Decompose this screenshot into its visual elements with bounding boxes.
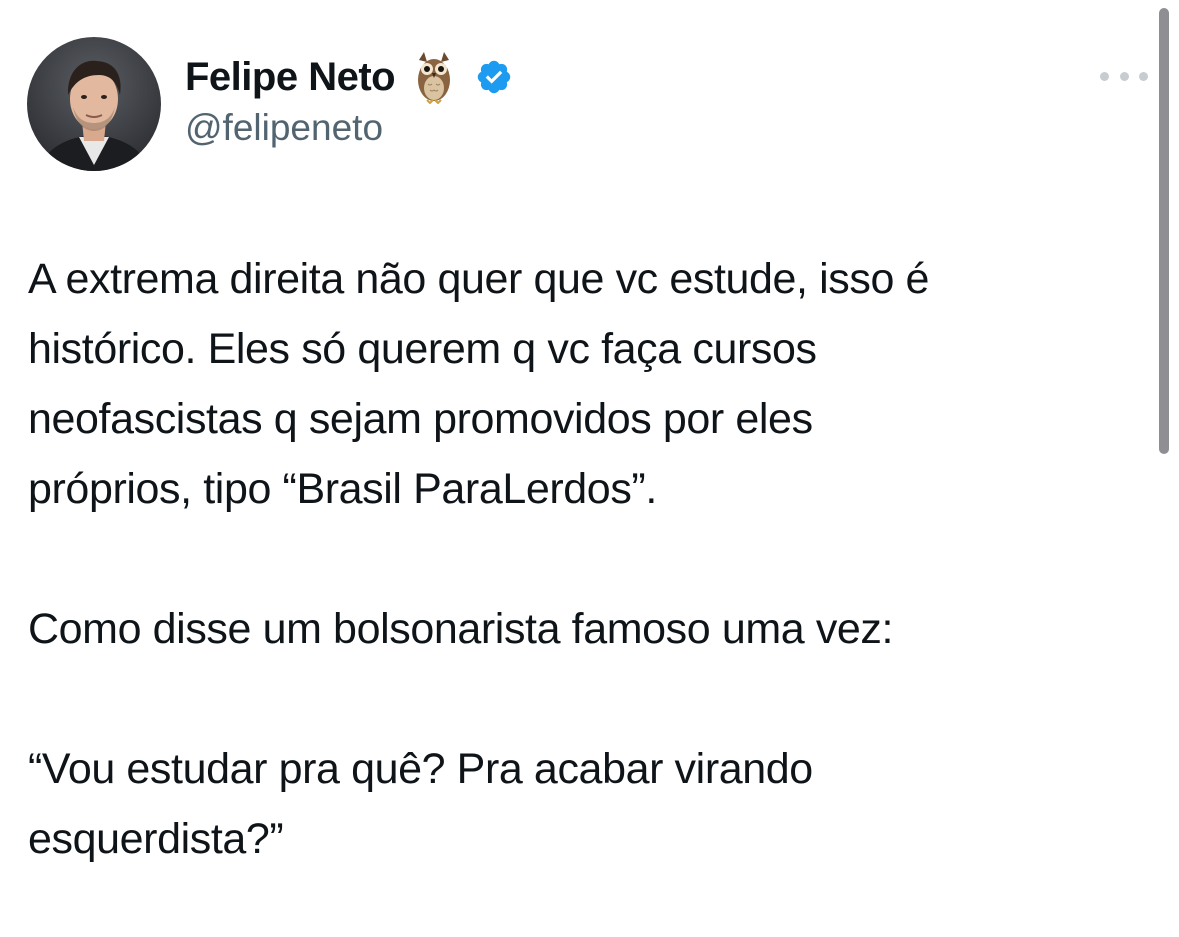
tweet-text-line: esquerdista?” [28, 815, 284, 863]
more-dot [1100, 71, 1109, 81]
avatar[interactable] [27, 37, 161, 171]
more-dot [1139, 71, 1148, 81]
scrollbar[interactable] [1159, 8, 1169, 454]
display-name[interactable]: Felipe Neto [185, 55, 396, 100]
owl-emoji-icon [418, 52, 451, 104]
tweet-text: A extrema direita não quer que vc estude… [28, 244, 1138, 874]
author-name-row: Felipe Neto [185, 50, 513, 104]
tweet-text-line: A extrema direita não quer que vc estude… [28, 255, 930, 303]
verified-badge-icon[interactable] [475, 58, 513, 96]
avatar-photo [27, 37, 161, 171]
tweet-text-line: próprios, tipo “Brasil ParaLerdos”. [28, 465, 657, 513]
tweet-text-line: “Vou estudar pra quê? Pra acabar virando [28, 745, 813, 793]
tweet-text-line: Como disse um bolsonarista famoso uma ve… [28, 605, 894, 653]
tweet-text-line: neofascistas q sejam promovidos por eles [28, 395, 813, 443]
more-dot [1119, 71, 1129, 81]
more-options-icon[interactable] [1100, 62, 1148, 90]
tweet-text-line: histórico. Eles só querem q vc faça curs… [28, 325, 817, 373]
author-handle[interactable]: @felipeneto [185, 107, 383, 149]
